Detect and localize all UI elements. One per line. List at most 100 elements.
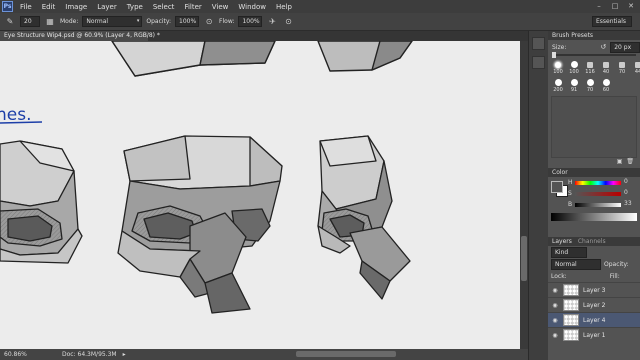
menu-item-file[interactable]: File [15,3,37,11]
brush-size-value: 200 [553,87,563,93]
tab-color[interactable]: Color [552,168,568,177]
brush-size-value: 116 [585,69,595,75]
layer-row[interactable]: ◉ Layer 3 [548,282,640,297]
brush-tip-icon [555,62,561,68]
history-panel-icon[interactable] [532,37,545,50]
hue-slider[interactable] [575,181,621,185]
brush-preset[interactable]: 116 [583,59,597,75]
maximize-button[interactable]: □ [608,1,622,11]
menu-item-edit[interactable]: Edit [37,3,61,11]
document-tab-bar: Eye Structure Wip4.psd @ 60.9% (Layer 4,… [0,31,528,41]
layer-name: Layer 3 [583,286,606,294]
tab-brush-presets[interactable]: Brush Presets [552,31,593,40]
layer-filter-dropdown[interactable]: Kind [551,246,587,258]
layer-row[interactable]: ◉ Layer 1 [548,327,640,342]
brush-size-value: 91 [570,87,578,93]
brush-panel-icon[interactable] [532,56,545,69]
flow-field[interactable]: 100% [238,16,263,27]
window-controls: – □ ✕ [592,1,638,11]
tab-layers[interactable]: Layers [552,237,572,246]
layer-thumbnail [563,314,579,326]
foreground-color-swatch[interactable] [551,181,563,193]
trash-icon[interactable]: 🗑 [626,158,634,168]
brush-preset[interactable]: 60 [599,77,613,93]
menu-item-type[interactable]: Type [122,3,148,11]
brush-size-value: 40 [602,69,610,75]
canvas-drawing: nes. [0,41,520,349]
status-menu-arrow-icon[interactable]: ▸ [123,351,126,358]
layer-name: Layer 4 [583,316,606,324]
color-ramp[interactable] [551,213,637,221]
visibility-eye-icon[interactable]: ◉ [551,287,559,294]
fill-label: Fill: [609,272,620,280]
zoom-level[interactable]: 60.86% [0,351,44,358]
layer-name: Layer 2 [583,301,606,309]
document-tab[interactable]: Eye Structure Wip4.psd @ 60.9% (Layer 4,… [0,31,160,41]
menu-item-select[interactable]: Select [148,3,180,11]
menu-item-layer[interactable]: Layer [92,3,122,11]
layer-row[interactable]: ◉ Layer 2 [548,297,640,312]
color-panel: H S B 0 0 33 [548,177,640,223]
brush-size-picker[interactable]: 20 [20,16,40,27]
menu-item-view[interactable]: View [207,3,234,11]
vertical-scrollbar[interactable] [520,41,528,349]
doc-size[interactable]: Doc: 64.3M/95.3M [44,351,117,358]
pressure-opacity-icon[interactable]: ⊙ [203,16,215,28]
vertical-scroll-thumb[interactable] [521,236,527,281]
minimize-button[interactable]: – [592,1,606,11]
status-bar: 60.86% Doc: 64.3M/95.3M ▸ [0,349,528,360]
close-button[interactable]: ✕ [624,1,638,11]
brush-tool-icon[interactable]: ✎ [4,16,16,28]
brush-preset-grid: 100 100 116 40 70 44 200 91 70 60 [548,56,640,96]
lock-label: Lock: [551,272,567,280]
brush-preset[interactable]: 200 [551,77,565,93]
channel-h-value[interactable]: 0 [624,178,628,185]
brush-preset[interactable]: 40 [599,59,613,75]
channel-b-label: B [568,201,573,208]
menu-item-filter[interactable]: Filter [179,3,206,11]
channel-h-label: H [568,179,573,186]
channel-s-label: S [568,190,572,197]
brush-preset[interactable]: 100 [567,59,581,75]
menu-item-window[interactable]: Window [233,3,271,11]
brush-preset[interactable]: 70 [615,59,629,75]
reset-size-icon[interactable]: ↺ [600,43,606,51]
channel-b-value[interactable]: 33 [624,200,632,207]
visibility-eye-icon[interactable]: ◉ [551,317,559,324]
layer-blend-mode[interactable]: Normal [551,258,601,270]
new-preset-icon[interactable]: ▣ [617,158,623,168]
layer-name: Layer 1 [583,331,606,339]
size-slider[interactable] [552,52,636,58]
flow-label: Flow: [219,18,235,25]
brush-tip-icon [603,62,609,68]
chevron-down-icon: ▾ [136,18,140,24]
brush-size-field[interactable]: 20 px [610,41,640,53]
brush-size-value: 100 [569,69,579,75]
brush-preset[interactable]: 70 [583,77,597,93]
menu-item-help[interactable]: Help [271,3,297,11]
menu-item-image[interactable]: Image [60,3,92,11]
mode-label: Mode: [60,18,79,25]
saturation-slider[interactable] [575,192,621,196]
workspace-switcher[interactable]: Essentials [592,16,632,27]
pressure-size-icon[interactable]: ⊙ [282,16,294,28]
brightness-slider[interactable] [575,203,621,207]
brush-panel-toggle-icon[interactable]: ▦ [44,16,56,28]
horizontal-scroll-thumb[interactable] [296,351,396,357]
brush-preset[interactable]: 100 [551,59,565,75]
brush-preset[interactable]: 44 [631,59,640,75]
visibility-eye-icon[interactable]: ◉ [551,302,559,309]
airbrush-icon[interactable]: ✈ [266,16,278,28]
size-slider-handle[interactable] [552,52,556,58]
opacity-field[interactable]: 100% [175,16,200,27]
layer-row[interactable]: ◉ Layer 4 [548,312,640,327]
mode-value: Normal [86,18,109,25]
channel-s-value[interactable]: 0 [624,189,628,196]
mode-dropdown[interactable]: Normal ▾ [82,16,143,27]
tab-channels[interactable]: Channels [578,237,606,246]
brush-presets-list-area [551,96,637,158]
brush-preset[interactable]: 91 [567,77,581,93]
canvas[interactable]: nes. [0,41,520,349]
visibility-eye-icon[interactable]: ◉ [551,332,559,339]
brush-tip-icon [602,79,610,86]
